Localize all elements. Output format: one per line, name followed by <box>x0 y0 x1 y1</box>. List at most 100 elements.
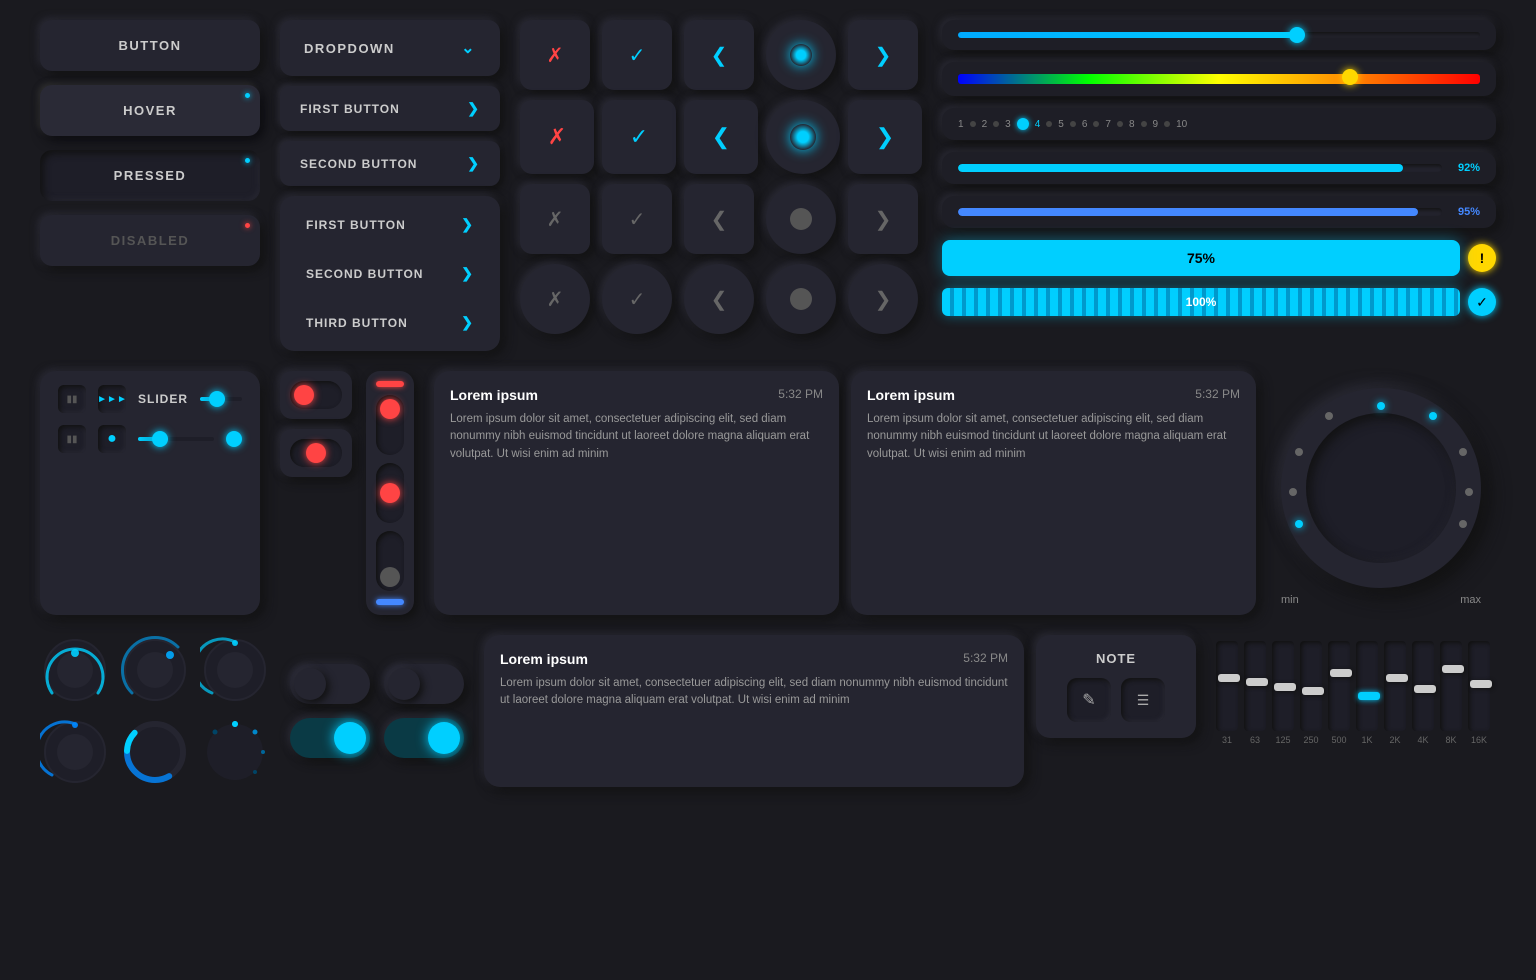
close-button-round[interactable]: ✗ <box>520 264 590 334</box>
rainbow-slider-track[interactable] <box>958 74 1480 84</box>
striped-progress-row: 100% ✓ <box>942 288 1496 316</box>
round-toggles-section <box>290 635 464 787</box>
check-button-inactive[interactable]: ✓ <box>602 184 672 254</box>
button-list-group: FIRST BUTTON ❯ SECOND BUTTON ❯ THIRD BUT… <box>280 196 500 351</box>
eq-bar-2k[interactable]: 2K <box>1384 641 1406 745</box>
close-button-2[interactable]: ✗ <box>520 100 594 174</box>
eq-section: 31 63 125 2 <box>1216 635 1496 787</box>
note-card: NOTE ✎ ☰ <box>1036 635 1196 738</box>
slider-forward-btn[interactable]: ►►► <box>98 385 126 413</box>
icon-button-grid-row4: ✗ ✓ ❮ ❯ <box>520 264 922 334</box>
list-group-first[interactable]: FIRST BUTTON ❯ <box>286 202 494 247</box>
slider-track-2[interactable] <box>138 437 214 441</box>
left-button-round[interactable]: ❮ <box>684 264 754 334</box>
list-group-third[interactable]: THIRD BUTTON ❯ <box>286 300 494 345</box>
progress-track-92[interactable] <box>958 164 1442 172</box>
round-toggle-off-2[interactable] <box>384 664 464 704</box>
left-button-2[interactable]: ❮ <box>684 100 758 174</box>
eq-bar-16k[interactable]: 16K <box>1468 641 1490 745</box>
icon-button-grid-row1: ✗ ✓ ❮ ❯ <box>520 20 922 90</box>
list-button-first[interactable]: FIRST BUTTON ❯ <box>280 86 500 131</box>
knob-dot-tr <box>1429 412 1437 420</box>
slider-pause-btn[interactable]: ▮▮ <box>58 385 86 413</box>
dropdown-button[interactable]: DROPDOWN ⌄ <box>280 20 500 76</box>
pressed-dot <box>245 158 250 163</box>
button-default[interactable]: BUTTON <box>40 20 260 71</box>
knob-dial-2[interactable] <box>120 635 190 705</box>
toggle-v-track-1[interactable] <box>376 395 404 455</box>
toggle-v-track-2[interactable] <box>376 463 404 523</box>
slider-track-1[interactable] <box>200 397 242 401</box>
step-dot-active <box>1017 118 1029 130</box>
button-hover[interactable]: HOVER <box>40 85 260 136</box>
chevron-down-icon: ⌄ <box>461 38 476 58</box>
eq-bar-31[interactable]: 31 <box>1216 641 1238 745</box>
toggle-group-h1 <box>280 371 352 477</box>
slider-sq-left[interactable]: ▮▮ <box>58 425 86 453</box>
eq-bar-125[interactable]: 125 <box>1272 641 1294 745</box>
list-group-second[interactable]: SECOND BUTTON ❯ <box>286 251 494 296</box>
check-button-round[interactable]: ✓ <box>602 264 672 334</box>
check-button-2[interactable]: ✓ <box>602 100 676 174</box>
card-3: Lorem ipsum 5:32 PM Lorem ipsum dolor si… <box>484 635 1024 787</box>
arrow-right-icon: ❯ <box>467 155 480 172</box>
right-button-round[interactable]: ❯ <box>848 264 918 334</box>
toggle-off-1[interactable] <box>280 371 352 419</box>
eq-bar-1k[interactable]: 1K <box>1356 641 1378 745</box>
round-toggle-on-2[interactable] <box>384 718 464 758</box>
knob-dial-4[interactable] <box>40 717 110 787</box>
toggle-mid-1[interactable] <box>280 429 352 477</box>
note-edit-btn[interactable]: ✎ <box>1067 678 1111 722</box>
list-button-second[interactable]: SECOND BUTTON ❯ <box>280 141 500 186</box>
round-toggle-on-1[interactable] <box>290 718 370 758</box>
disabled-dot <box>245 223 250 228</box>
right-button-active[interactable]: ❯ <box>848 20 918 90</box>
knob-dot-l1 <box>1295 448 1303 456</box>
rainbow-slider-row <box>958 74 1480 84</box>
dot-button-inactive[interactable] <box>766 184 836 254</box>
eq-bar-250[interactable]: 250 <box>1300 641 1322 745</box>
cyan-slider-track[interactable] <box>958 32 1480 38</box>
dot-button-active[interactable] <box>766 20 836 90</box>
close-button-active[interactable]: ✗ <box>520 20 590 90</box>
eq-bar-500[interactable]: 500 <box>1328 641 1350 745</box>
close-button-inactive[interactable]: ✗ <box>520 184 590 254</box>
knob-dials-section <box>40 635 270 787</box>
slider-dot-btn[interactable]: ● <box>98 425 126 453</box>
round-toggle-off-1[interactable] <box>290 664 370 704</box>
note-section: NOTE ✎ ☰ <box>1036 635 1196 787</box>
right-button-inactive[interactable]: ❯ <box>848 184 918 254</box>
cyan-slider-row <box>958 32 1480 38</box>
dot-button-round[interactable] <box>766 264 836 334</box>
rainbow-slider-thumb <box>1342 69 1358 85</box>
big-progress-bar: 75% <box>942 240 1460 276</box>
card-1: Lorem ipsum 5:32 PM Lorem ipsum dolor si… <box>434 371 839 615</box>
icon-button-grid-row2: ✗ ✓ ❮ ❯ <box>520 100 922 174</box>
knob-dial-6[interactable] <box>200 717 270 787</box>
right-button-2[interactable]: ❯ <box>848 100 922 174</box>
knob-dot-l2 <box>1289 488 1297 496</box>
knob-dot-r1 <box>1459 448 1467 456</box>
check-button-active[interactable]: ✓ <box>602 20 672 90</box>
eq-bar-8k[interactable]: 8K <box>1440 641 1462 745</box>
dot-button-2[interactable] <box>766 100 840 174</box>
eq-bar-63[interactable]: 63 <box>1244 641 1266 745</box>
cyan-slider-fill <box>958 32 1297 38</box>
left-button-active[interactable]: ❮ <box>684 20 754 90</box>
eq-bar-4k[interactable]: 4K <box>1412 641 1434 745</box>
big-knob-inner <box>1306 413 1456 563</box>
knob-dial-5[interactable] <box>120 717 190 787</box>
step-slider[interactable]: 1 2 3 4 5 6 7 8 9 <box>958 118 1480 130</box>
big-knob-section: min max <box>1276 371 1496 615</box>
knob-dot-l3 <box>1295 520 1303 528</box>
knob-dial-3[interactable] <box>200 635 270 705</box>
left-button-inactive[interactable]: ❮ <box>684 184 754 254</box>
arrow-right-icon: ❯ <box>461 216 474 233</box>
toggle-v-track-3[interactable] <box>376 531 404 591</box>
big-knob-outer[interactable] <box>1281 388 1481 588</box>
progress-track-95[interactable] <box>958 208 1442 216</box>
button-pressed[interactable]: PRESSED <box>40 150 260 201</box>
toggle-vertical-group <box>366 371 414 615</box>
knob-dial-1[interactable] <box>40 635 110 705</box>
note-menu-btn[interactable]: ☰ <box>1121 678 1165 722</box>
